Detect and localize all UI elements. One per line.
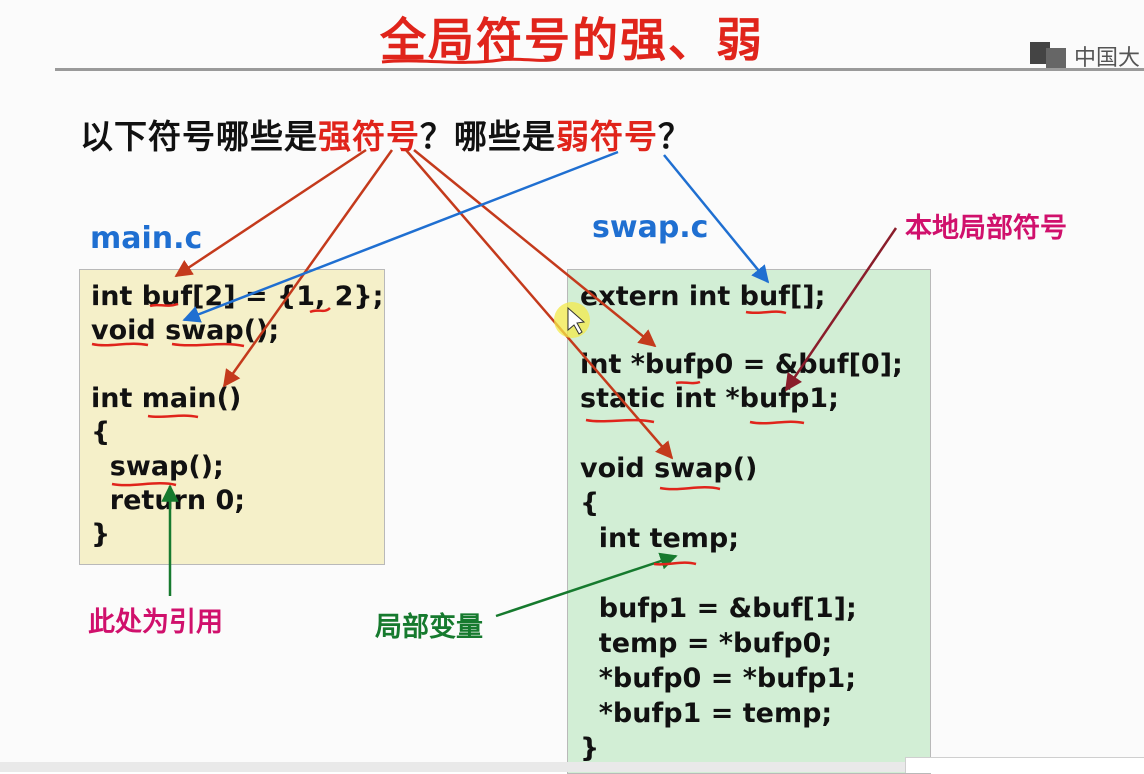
- strong-arrow-swap: [405, 149, 674, 460]
- video-corner-panel: [905, 757, 1144, 773]
- strong-arrow-bufp0: [413, 149, 657, 348]
- weak-arrow-swap-decl: [182, 150, 619, 323]
- slide: 全局符号的强、弱 中国大 以下符号哪些是强符号？哪些是弱符号？ main.c s…: [0, 0, 1144, 774]
- strong-arrow-main: [222, 149, 394, 388]
- weak-arrow-extern-buf: [663, 154, 770, 284]
- local-variable-arrow: [495, 552, 678, 618]
- title-underline: [381, 57, 557, 64]
- local-symbol-arrow: [784, 227, 898, 392]
- handwritten-underlines: [91, 302, 805, 566]
- strong-arrow-buf: [174, 148, 367, 278]
- annotation-arrows-layer: [91, 57, 898, 618]
